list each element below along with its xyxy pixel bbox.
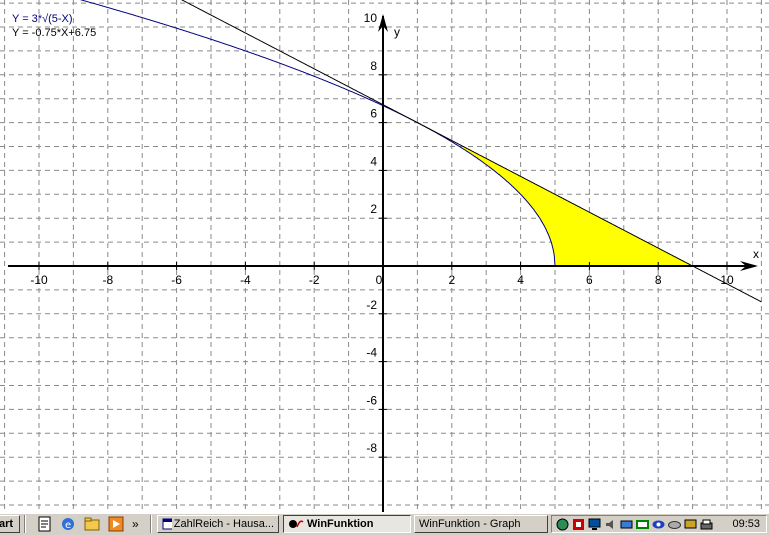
x-tick-label: 2 — [448, 273, 455, 287]
x-tick-label: 8 — [655, 273, 662, 287]
x-tick-label: -10 — [30, 273, 48, 287]
y-tick-label: 10 — [364, 11, 378, 25]
y-tick-label: -2 — [366, 298, 377, 312]
task-label: WinFunktion - Graph — [419, 518, 521, 530]
monitor-icon[interactable] — [588, 518, 601, 531]
x-tick-label: 6 — [586, 273, 593, 287]
x-tick-label: 0 — [376, 273, 383, 287]
eye-icon[interactable] — [652, 518, 665, 531]
y-tick-label: 6 — [370, 107, 377, 121]
x-tick-label: -4 — [240, 273, 251, 287]
window-icon — [162, 518, 172, 530]
internet-explorer-icon[interactable]: e — [60, 516, 76, 532]
x-tick-label: -8 — [102, 273, 113, 287]
task-zahlreich[interactable]: ZahlReich - Hausa... — [157, 515, 279, 533]
isdn-icon[interactable] — [636, 518, 649, 531]
y-tick-label: -6 — [366, 393, 377, 407]
system-tray: 09:53 — [551, 515, 767, 533]
display-settings-icon[interactable] — [684, 518, 697, 531]
network-globe-icon[interactable] — [556, 518, 569, 531]
x-tick-label: 4 — [517, 273, 524, 287]
graph-canvas[interactable]: -10 -8 -6 -4 -2 0 2 4 6 8 10 -8 -6 -4 -2 2 4 6 8 10 x y Y = 3… — [0, 0, 769, 512]
x-tick-label: -6 — [171, 273, 182, 287]
cloud-icon[interactable] — [668, 518, 681, 531]
y-tick-label: 4 — [370, 154, 377, 168]
windows-taskbar: art e » ZahlReich - Hausa... WinFunktion… — [0, 512, 769, 535]
x-tick-label: 10 — [720, 273, 734, 287]
series-line-1 — [79, 0, 556, 267]
y-tick-label: -4 — [366, 346, 377, 360]
taskbar-separator — [150, 515, 152, 533]
taskbar-clock: 09:53 — [732, 518, 760, 530]
y-tick-label: -8 — [366, 441, 377, 455]
task-label: ZahlReich - Hausa... — [173, 518, 274, 530]
legend-entry-linear: Y = -0.75*X+6.75 — [12, 27, 97, 39]
y-tick-label: 2 — [370, 202, 377, 216]
task-label: WinFunktion — [307, 518, 374, 530]
x-axis-label: x — [753, 247, 759, 261]
speaker-icon[interactable] — [604, 518, 617, 531]
task-winfunktion-graph[interactable]: WinFunktion - Graph — [414, 515, 548, 533]
task-winfunktion[interactable]: WinFunktion — [283, 515, 411, 533]
x-tick-label: -2 — [309, 273, 320, 287]
winfunktion-icon — [289, 520, 304, 528]
printer-icon[interactable] — [700, 518, 713, 531]
connection-icon[interactable] — [620, 518, 633, 531]
function-graph: -10 -8 -6 -4 -2 0 2 4 6 8 10 -8 -6 -4 -2 2 4 6 8 10 x y — [0, 0, 769, 512]
y-axis-label: y — [394, 25, 400, 39]
start-button[interactable]: art — [0, 515, 20, 533]
legend-entry-sqrt: Y = 3*√(5-X) — [12, 13, 73, 25]
quick-launch-more[interactable]: » — [132, 515, 139, 533]
svg-text:e: e — [65, 520, 71, 531]
taskbar-separator — [24, 515, 26, 533]
media-player-icon[interactable] — [108, 516, 124, 532]
start-label: art — [0, 518, 14, 530]
y-tick-label: 8 — [370, 59, 377, 73]
antivirus-icon[interactable] — [572, 518, 585, 531]
notepad-icon[interactable] — [37, 516, 53, 532]
explorer-icon[interactable] — [84, 516, 100, 532]
